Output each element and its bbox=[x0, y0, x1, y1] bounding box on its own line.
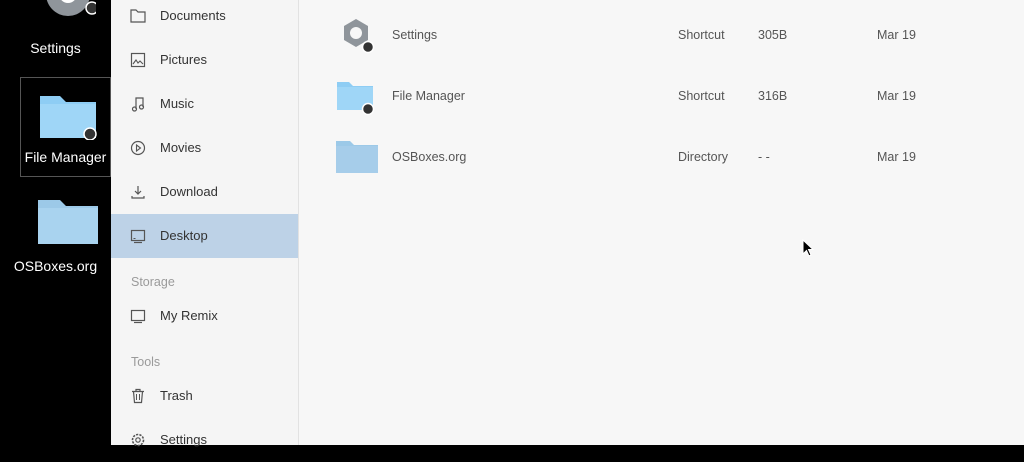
picture-icon bbox=[130, 52, 146, 68]
file-name: File Manager bbox=[392, 89, 465, 103]
sidebar-item-label: Documents bbox=[160, 8, 226, 23]
gear-icon bbox=[131, 433, 145, 447]
file-row-file-manager[interactable]: File Manager Shortcut 316B Mar 19 bbox=[299, 66, 1024, 126]
file-name: OSBoxes.org bbox=[392, 150, 467, 164]
trash-icon bbox=[132, 388, 144, 404]
sidebar-item-download[interactable]: Download bbox=[111, 170, 298, 214]
gear-icon bbox=[344, 19, 375, 54]
sidebar-item-documents[interactable]: Documents bbox=[111, 0, 298, 38]
file-size: - - bbox=[758, 150, 770, 164]
file-type: Shortcut bbox=[678, 28, 725, 42]
sidebar-item-settings[interactable]: Settings bbox=[111, 418, 298, 462]
desktop-area: Settings File Manager OSBoxes.org bbox=[0, 0, 111, 445]
sidebar-item-trash[interactable]: Trash bbox=[111, 374, 298, 418]
file-date: Mar 19 bbox=[877, 150, 916, 164]
file-date: Mar 19 bbox=[877, 28, 916, 42]
desktop-icon-label: Settings bbox=[30, 40, 81, 56]
file-size: 305B bbox=[758, 28, 788, 42]
sidebar-item-label: Trash bbox=[160, 388, 193, 403]
sidebar-item-movies[interactable]: Movies bbox=[111, 126, 298, 170]
folder-icon bbox=[337, 82, 375, 116]
document-icon bbox=[130, 9, 146, 23]
sidebar-item-label: Movies bbox=[160, 140, 202, 155]
desktop-icon-file-manager[interactable]: File Manager bbox=[20, 77, 111, 177]
tools-heading: Tools bbox=[131, 355, 161, 369]
sidebar-item-label: My Remix bbox=[160, 308, 218, 323]
download-icon bbox=[131, 186, 145, 199]
file-name: Settings bbox=[392, 28, 438, 42]
sidebar: Documents Pictures Music Movies Download… bbox=[111, 0, 299, 447]
file-size: 316B bbox=[758, 89, 788, 103]
sidebar-item-label: Desktop bbox=[160, 228, 208, 243]
folder-icon bbox=[40, 96, 97, 140]
file-date: Mar 19 bbox=[877, 89, 916, 103]
sidebar-item-label: Pictures bbox=[160, 52, 207, 67]
folder-icon bbox=[336, 141, 378, 173]
file-list: Settings Shortcut 305B Mar 19 File Manag… bbox=[299, 0, 1024, 445]
file-type: Shortcut bbox=[678, 89, 725, 103]
sidebar-item-music[interactable]: Music bbox=[111, 82, 298, 126]
file-row-osboxes[interactable]: OSBoxes.org Directory - - Mar 19 bbox=[299, 127, 1024, 187]
gear-icon bbox=[46, 0, 96, 16]
file-row-settings[interactable]: Settings Shortcut 305B Mar 19 bbox=[299, 5, 1024, 65]
music-icon bbox=[131, 97, 145, 112]
sidebar-item-pictures[interactable]: Pictures bbox=[111, 38, 298, 82]
desktop-icon-osboxes[interactable]: OSBoxes.org bbox=[0, 190, 111, 280]
desktop-icon-label: OSBoxes.org bbox=[13, 258, 98, 274]
mouse-cursor-icon bbox=[802, 239, 814, 257]
sidebar-item-label: Music bbox=[160, 96, 194, 111]
storage-heading: Storage bbox=[131, 275, 175, 289]
folder-icon bbox=[38, 200, 98, 244]
desktop-icon-settings[interactable]: Settings bbox=[0, 0, 111, 62]
monitor-icon bbox=[130, 229, 146, 244]
sidebar-item-desktop[interactable]: Desktop bbox=[111, 214, 298, 258]
play-icon bbox=[130, 140, 146, 156]
sidebar-item-label: Download bbox=[160, 184, 218, 199]
file-type: Directory bbox=[678, 150, 729, 164]
monitor-icon bbox=[130, 309, 146, 324]
sidebar-item-my-remix[interactable]: My Remix bbox=[111, 294, 298, 338]
desktop-icon-label: File Manager bbox=[24, 149, 107, 165]
